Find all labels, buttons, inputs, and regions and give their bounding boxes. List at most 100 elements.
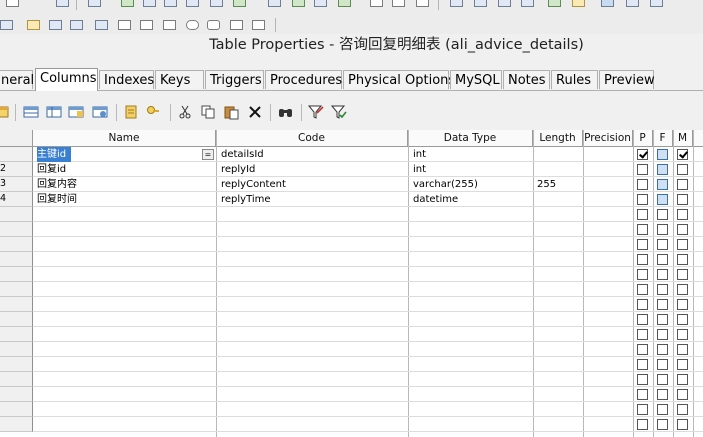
cell-code[interactable]: replyTime (221, 192, 406, 207)
foreign-key-checkbox[interactable] (657, 374, 668, 385)
foreign-key-checkbox[interactable] (657, 149, 668, 160)
check-model-icon[interactable] (548, 0, 561, 7)
row-header[interactable] (0, 312, 33, 327)
properties-icon[interactable] (0, 104, 10, 120)
cell-length[interactable] (537, 192, 581, 207)
row-header[interactable] (0, 387, 33, 402)
arrow-icon[interactable] (6, 0, 19, 7)
arc-icon[interactable] (140, 20, 153, 30)
view-icon[interactable] (70, 20, 83, 30)
column-header-precision[interactable]: Precision (583, 130, 633, 147)
cell-name[interactable]: 主键id (37, 147, 71, 162)
rounded-rect-icon[interactable] (207, 20, 220, 30)
mandatory-checkbox[interactable] (677, 314, 688, 325)
primary-key-checkbox[interactable] (637, 374, 648, 385)
mandatory-checkbox[interactable] (677, 224, 688, 235)
foreign-key-checkbox[interactable] (657, 329, 668, 340)
forward-icon[interactable] (416, 0, 429, 7)
line-icon[interactable] (118, 20, 131, 30)
key-icon[interactable] (145, 104, 161, 120)
column-header-f[interactable]: F (653, 130, 673, 147)
layout4-icon[interactable] (521, 0, 534, 7)
mandatory-checkbox[interactable] (677, 344, 688, 355)
mandatory-checkbox[interactable] (677, 194, 688, 205)
mandatory-checkbox[interactable] (677, 254, 688, 265)
cell-datatype[interactable]: varchar(255) (413, 177, 531, 192)
tab-rules[interactable]: Rules (551, 70, 598, 89)
primary-key-checkbox[interactable] (637, 269, 648, 280)
window-tile-icon[interactable] (601, 0, 614, 7)
polygon-icon[interactable] (252, 20, 265, 30)
cell-length[interactable] (537, 147, 581, 162)
cell-datatype[interactable]: int (413, 147, 531, 162)
row-header[interactable]: 4 (0, 192, 33, 207)
row-header[interactable] (0, 267, 33, 282)
foreign-key-checkbox[interactable] (657, 224, 668, 235)
cell-name[interactable]: 回复内容 (37, 177, 207, 192)
primary-key-checkbox[interactable] (637, 389, 648, 400)
document-icon[interactable] (56, 0, 69, 7)
mandatory-checkbox[interactable] (677, 164, 688, 175)
package-icon[interactable] (143, 0, 156, 7)
foreign-key-checkbox[interactable] (657, 299, 668, 310)
replace-column-icon[interactable] (92, 104, 108, 120)
name-dropdown-button[interactable]: = (202, 149, 214, 160)
primary-key-checkbox[interactable] (637, 404, 648, 415)
user-tool-icon[interactable] (292, 0, 305, 7)
cell-code[interactable]: detailsId (221, 147, 406, 162)
primary-key-checkbox[interactable] (637, 314, 648, 325)
primary-key-checkbox[interactable] (637, 224, 648, 235)
row-header[interactable] (0, 252, 33, 267)
cell-name[interactable]: 回复时间 (37, 192, 207, 207)
rectangle-icon[interactable] (163, 20, 176, 30)
add-columns-icon[interactable] (68, 104, 84, 120)
row-header[interactable]: 2 (0, 162, 33, 177)
cell-code[interactable]: replyContent (221, 177, 406, 192)
cell-datatype[interactable]: int (413, 162, 531, 177)
mandatory-checkbox[interactable] (677, 374, 688, 385)
foreign-key-checkbox[interactable] (657, 359, 668, 370)
tab-procedures[interactable]: Procedures (265, 70, 342, 89)
row-header[interactable] (0, 282, 33, 297)
foreign-key-checkbox[interactable] (657, 254, 668, 265)
foreign-key-checkbox[interactable] (657, 269, 668, 280)
column-header-name[interactable]: Name (33, 130, 216, 147)
row-header[interactable] (0, 237, 33, 252)
foreign-key-checkbox[interactable] (657, 344, 668, 355)
primary-key-checkbox[interactable] (637, 194, 648, 205)
mandatory-checkbox[interactable] (677, 389, 688, 400)
cell-name[interactable]: 回复id (37, 162, 207, 177)
tab-indexes[interactable]: Indexes (99, 70, 154, 89)
layout-icon[interactable] (450, 0, 463, 7)
column-header-code[interactable]: Code (216, 130, 408, 147)
procedure-tool-icon[interactable] (233, 0, 246, 7)
primary-key-checkbox[interactable] (637, 209, 648, 220)
primary-key-checkbox[interactable] (637, 254, 648, 265)
mandatory-checkbox[interactable] (677, 209, 688, 220)
primary-key-checkbox[interactable] (637, 164, 648, 175)
foreign-key-checkbox[interactable] (657, 389, 668, 400)
insert-row-icon[interactable] (23, 104, 39, 120)
primary-key-checkbox[interactable] (637, 419, 648, 430)
tab-keys[interactable]: Keys (155, 70, 204, 89)
arrow-green-icon[interactable] (338, 0, 351, 7)
row-header[interactable] (0, 147, 33, 162)
column-header-p[interactable]: P (633, 130, 653, 147)
foreign-key-checkbox[interactable] (657, 284, 668, 295)
tab-preview[interactable]: Preview (599, 70, 655, 89)
primary-key-checkbox[interactable] (637, 284, 648, 295)
row-header[interactable] (0, 357, 33, 372)
tab-columns[interactable]: Columns (35, 68, 98, 91)
row-header[interactable] (0, 402, 33, 417)
mandatory-checkbox[interactable] (677, 269, 688, 280)
filter-icon[interactable] (308, 104, 324, 120)
cut-icon[interactable] (177, 104, 193, 120)
mandatory-checkbox[interactable] (677, 179, 688, 190)
paste-icon[interactable] (223, 104, 239, 120)
window-arrange-icon[interactable] (650, 0, 663, 7)
mandatory-checkbox[interactable] (677, 404, 688, 415)
polyline-icon[interactable] (230, 20, 243, 30)
primary-key-checkbox[interactable] (637, 239, 648, 250)
primary-key-checkbox[interactable] (637, 344, 648, 355)
layout2-icon[interactable] (474, 0, 487, 7)
